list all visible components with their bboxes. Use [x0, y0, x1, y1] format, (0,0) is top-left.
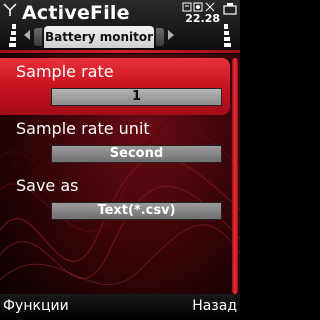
- chevron-left-icon[interactable]: [24, 30, 30, 40]
- softkey-bar: Функции Назад: [0, 294, 240, 320]
- tab-underline: [0, 50, 240, 53]
- scrollbar-thumb[interactable]: [232, 58, 238, 294]
- save-as-value-field[interactable]: Text(*.csv): [51, 202, 222, 220]
- battery-level-icon: [223, 3, 237, 47]
- sample-rate-value-field[interactable]: 1: [51, 88, 222, 106]
- tab-battery-monitor[interactable]: Battery monitor: [44, 26, 154, 48]
- setting-label: Sample rate unit: [16, 119, 150, 138]
- settings-list: Sample rate 1 Sample rate unit Second Sa…: [0, 58, 230, 229]
- phone-screen: ActiveFile 22.28 Battery monitor Sample …: [0, 0, 240, 320]
- title-bar: ActiveFile 22.28 Battery monitor: [0, 0, 240, 54]
- setting-sample-rate-unit[interactable]: Sample rate unit Second: [0, 115, 230, 172]
- tab-next[interactable]: [156, 28, 164, 46]
- setting-label: Sample rate: [16, 62, 114, 81]
- setting-label: Save as: [16, 176, 79, 195]
- setting-sample-rate[interactable]: Sample rate 1: [0, 58, 230, 115]
- sample-rate-unit-value-field[interactable]: Second: [51, 145, 222, 163]
- options-softkey[interactable]: Функции: [3, 298, 69, 314]
- app-title: ActiveFile: [22, 2, 130, 24]
- tab-previous[interactable]: [34, 28, 42, 46]
- back-softkey[interactable]: Назад: [192, 298, 237, 314]
- signal-strength-icon: [3, 3, 17, 47]
- scrollbar[interactable]: [232, 58, 238, 294]
- clock: 22.28: [185, 12, 220, 25]
- chevron-right-icon[interactable]: [168, 30, 174, 40]
- setting-save-as[interactable]: Save as Text(*.csv): [0, 172, 230, 229]
